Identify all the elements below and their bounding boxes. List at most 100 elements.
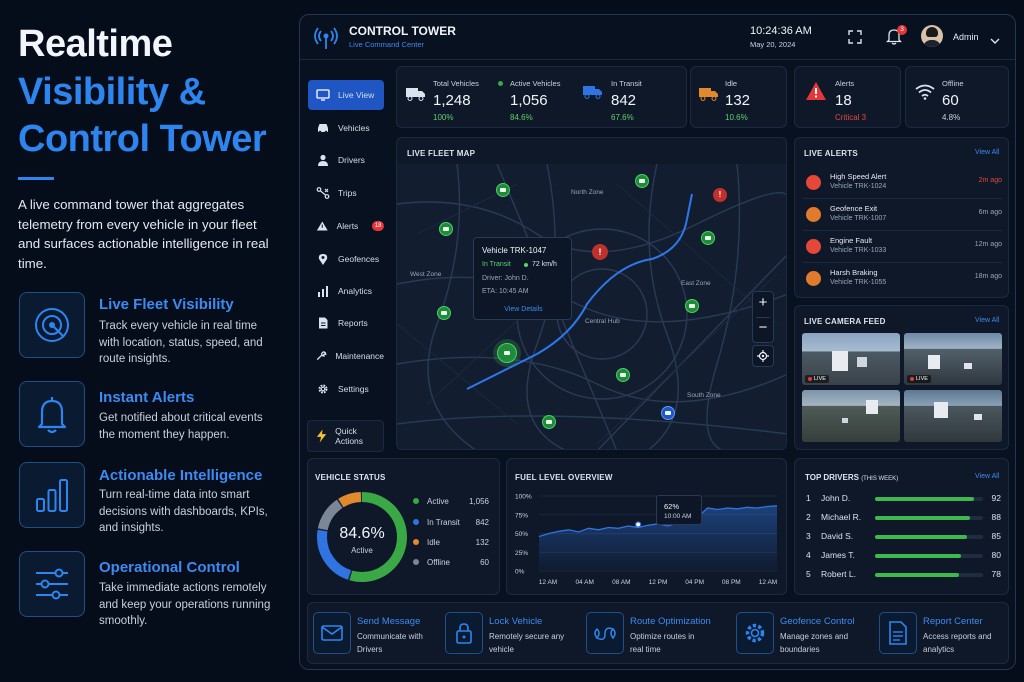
alert-item[interactable]: High Speed Alert Vehicle TRK-1024 2m ago	[803, 169, 1002, 199]
vehicle-marker[interactable]	[437, 306, 451, 320]
quick-actions-button[interactable]: Quick Actions	[307, 420, 384, 452]
kpi-card-offline: Offline 60 4.8%	[905, 66, 1009, 128]
live-tag: LIVE	[805, 375, 829, 383]
header-divider	[300, 59, 1015, 60]
score-bar-track	[875, 573, 983, 577]
alerts-badge: 18	[372, 221, 384, 231]
sidebar: Live View Vehicles Drivers Trips Alerts …	[300, 60, 392, 455]
zoom-out-button[interactable]: −	[753, 319, 773, 336]
feature-title: Live Fleet Visibility	[99, 296, 234, 313]
user-name[interactable]: Admin	[953, 32, 979, 42]
action-desc: Access reports and analytics	[923, 632, 992, 654]
driver-row[interactable]: 3 David S. 85	[806, 531, 1001, 543]
truck-icon	[406, 87, 426, 106]
driver-name: John D.	[821, 493, 851, 503]
map-zone-label: South Zone	[687, 392, 721, 399]
lightning-icon	[316, 429, 327, 443]
map-alert-marker[interactable]: !	[592, 244, 608, 260]
chevron-down-icon[interactable]	[990, 32, 1000, 50]
tooltip-time: 10:00 AM	[664, 513, 692, 520]
selected-vehicle-marker[interactable]	[497, 343, 517, 363]
view-details-link[interactable]: View Details	[474, 306, 573, 313]
live-fleet-map[interactable]: LIVE FLEET MAP North Zone West Zone East…	[396, 137, 787, 450]
fullscreen-icon[interactable]	[848, 30, 862, 49]
pin-icon	[318, 254, 328, 265]
sidebar-item-settings[interactable]: Settings	[308, 374, 384, 404]
driver-name: James T.	[821, 550, 855, 560]
hero-divider	[18, 177, 54, 180]
sidebar-item-alerts[interactable]: Alerts 18	[308, 211, 384, 241]
sidebar-item-geofences[interactable]: Geofences	[308, 244, 384, 274]
status-dot	[524, 263, 528, 267]
driver-row[interactable]: 2 Michael R. 88	[806, 512, 1001, 524]
map-zone-label: Central Hub	[585, 318, 620, 325]
alert-item[interactable]: Engine Fault Vehicle TRK-1033 12m ago	[803, 233, 1002, 263]
fuel-highlight-point[interactable]	[635, 521, 642, 528]
vehicle-marker-blue[interactable]	[661, 406, 675, 420]
alert-title: Harsh Braking	[830, 268, 878, 277]
donut-center-label: Active	[351, 546, 373, 555]
kpi-value: 60	[942, 92, 959, 109]
driver-row[interactable]: 4 James T. 80	[806, 550, 1001, 562]
sidebar-item-drivers[interactable]: Drivers	[308, 145, 384, 175]
vehicle-marker[interactable]	[635, 174, 649, 188]
top-drivers-view-all[interactable]: View All	[975, 473, 999, 480]
popup-speed: 72 km/h	[532, 261, 557, 268]
sidebar-item-trips[interactable]: Trips	[308, 178, 384, 208]
sidebar-item-vehicles[interactable]: Vehicles	[308, 113, 384, 143]
alert-item[interactable]: Harsh Braking Vehicle TRK-1055 18m ago	[803, 265, 1002, 295]
sidebar-item-reports[interactable]: Reports	[308, 308, 384, 338]
x-tick-label: 08 AM	[612, 579, 630, 586]
hero-title-line3: Control Tower	[18, 118, 267, 160]
wifi-tower-icon	[314, 24, 338, 55]
kpi-label: Alerts	[835, 79, 855, 88]
camera-feed[interactable]: LIVE	[904, 333, 1002, 385]
zoom-controls: + −	[752, 291, 774, 343]
live-alerts-view-all[interactable]: View All	[975, 149, 999, 156]
x-tick-label: 08 PM	[722, 579, 741, 586]
locate-icon[interactable]	[752, 345, 774, 367]
alert-title: High Speed Alert	[830, 172, 887, 181]
vehicle-marker[interactable]	[439, 222, 453, 236]
driver-name: Robert L.	[821, 569, 856, 579]
sidebar-item-live-view[interactable]: Live View	[308, 80, 384, 110]
driver-score: 88	[991, 512, 1001, 522]
sidebar-item-analytics[interactable]: Analytics	[308, 276, 384, 306]
alert-item[interactable]: Geofence Exit Vehicle TRK-1007 6m ago	[803, 201, 1002, 231]
vehicle-marker[interactable]	[701, 231, 715, 245]
score-bar-track	[875, 554, 983, 558]
map-title: LIVE FLEET MAP	[407, 149, 476, 158]
sidebar-item-maintenance[interactable]: Maintenance	[308, 341, 384, 371]
kpi-label: Active Vehicles	[510, 79, 561, 88]
alert-vehicle: Vehicle TRK-1055	[830, 279, 887, 286]
map-zone-label: East Zone	[681, 280, 711, 287]
sidebar-item-label: Drivers	[338, 155, 365, 165]
camera-view-all[interactable]: View All	[975, 317, 999, 324]
popup-driver: Driver: John D.	[482, 275, 529, 282]
vehicle-marker[interactable]	[685, 299, 699, 313]
vehicle-marker[interactable]	[542, 415, 556, 429]
engine-icon	[806, 239, 821, 254]
vehicle-marker[interactable]	[616, 368, 630, 382]
document-icon	[879, 612, 917, 654]
map-alert-marker[interactable]: !	[713, 188, 727, 202]
vehicle-status-title: VEHICLE STATUS	[315, 473, 386, 482]
alert-time: 12m ago	[974, 241, 1002, 248]
y-tick-label: 100%	[515, 494, 532, 501]
vehicle-marker[interactable]	[496, 183, 510, 197]
score-bar-fill	[875, 497, 975, 501]
driver-row[interactable]: 1 John D. 92	[806, 493, 1001, 505]
driver-row[interactable]: 5 Robert L. 78	[806, 569, 1001, 581]
kpi-percent: 100%	[433, 113, 454, 122]
zoom-in-button[interactable]: +	[753, 294, 773, 311]
app-title: CONTROL TOWER	[349, 24, 456, 38]
sidebar-item-label: Geofences	[338, 254, 380, 264]
avatar[interactable]	[921, 25, 943, 47]
hero-title-line1: Realtime	[18, 23, 173, 65]
camera-feed[interactable]: LIVE	[802, 333, 900, 385]
driver-rank: 3	[806, 531, 811, 541]
hero-title-line2: Visibility &	[18, 71, 206, 113]
driver-name: Michael R.	[821, 512, 862, 522]
x-tick-label: 12 AM	[539, 579, 557, 586]
sidebar-item-label: Live View	[338, 90, 375, 100]
